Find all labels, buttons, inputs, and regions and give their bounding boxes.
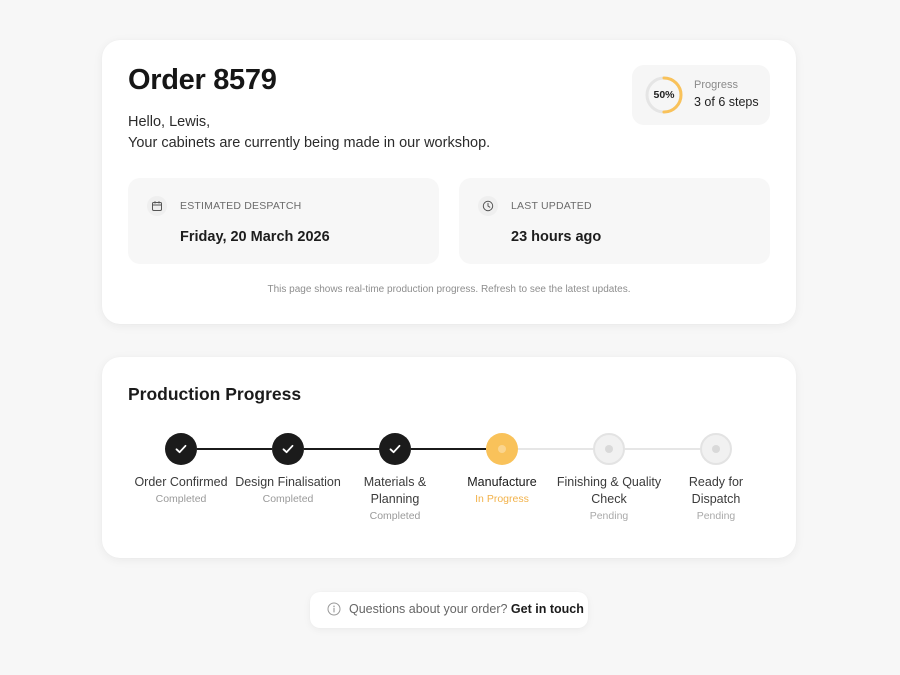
- step-name: Materials & Planning: [363, 475, 427, 506]
- progress-summary: 50% Progress 3 of 6 steps: [632, 65, 770, 125]
- progress-label: Progress: [694, 79, 739, 91]
- production-step: Ready for Dispatch Pending: [663, 433, 769, 522]
- info-icon: [327, 602, 341, 616]
- greeting-block: Hello, Lewis, Your cabinets are currentl…: [128, 112, 490, 154]
- order-status-message: Your cabinets are currently being made i…: [128, 135, 491, 151]
- step-status: Pending: [696, 510, 736, 522]
- in-progress-dot-icon: [486, 433, 518, 465]
- pending-dot-icon: [700, 433, 732, 465]
- step-status: Completed: [369, 510, 421, 522]
- step-name: Finishing & Quality Check: [556, 475, 662, 506]
- step-name: Ready for Dispatch: [688, 475, 744, 506]
- progress-steps-count: 3 of 6 steps: [694, 95, 759, 109]
- step-name: Design Finalisation: [235, 475, 341, 489]
- step-name: Order Confirmed: [134, 475, 228, 489]
- last-updated-label: LAST UPDATED: [511, 200, 592, 212]
- calendar-icon: [147, 196, 167, 216]
- greeting-text: Hello, Lewis,: [128, 114, 211, 130]
- step-status: Pending: [589, 510, 629, 522]
- production-step: Order Confirmed Completed: [128, 433, 234, 505]
- step-status: Completed: [262, 493, 314, 505]
- help-question: Questions about your order?: [349, 602, 508, 616]
- progress-ring: 50%: [644, 75, 684, 115]
- check-icon: [272, 433, 304, 465]
- production-step: Finishing & Quality Check Pending: [556, 433, 662, 522]
- pending-dot-icon: [593, 433, 625, 465]
- help-text: Questions about your order? Get in touch: [349, 602, 584, 616]
- estimated-despatch-box: ESTIMATED DESPATCH Friday, 20 March 2026: [128, 178, 439, 264]
- production-stepper: Order Confirmed Completed Design Finalisat…: [102, 357, 796, 558]
- check-icon: [165, 433, 197, 465]
- step-status: In Progress: [475, 493, 529, 505]
- order-title: Order 8579: [128, 64, 277, 96]
- order-summary-card: Order 8579 Hello, Lewis, Your cabinets a…: [102, 40, 796, 324]
- last-updated-value: 23 hours ago: [511, 229, 602, 245]
- step-name: Manufacture: [467, 475, 537, 489]
- production-step: Manufacture In Progress: [449, 433, 555, 505]
- get-in-touch-link[interactable]: Get in touch: [511, 602, 584, 616]
- refresh-note: This page shows real-time production pro…: [267, 284, 631, 295]
- help-bar: Questions about your order? Get in touch: [310, 592, 588, 628]
- production-step: Materials & Planning Completed: [342, 433, 448, 522]
- progress-percent: 50%: [653, 89, 675, 101]
- clock-icon: [478, 196, 498, 216]
- production-progress-card: Production Progress Order Confirmed Compl…: [102, 357, 796, 558]
- order-tracking-page: Order 8579 Hello, Lewis, Your cabinets a…: [0, 0, 900, 675]
- despatch-label: ESTIMATED DESPATCH: [180, 200, 302, 212]
- production-step: Design Finalisation Completed: [235, 433, 341, 505]
- despatch-date: Friday, 20 March 2026: [180, 229, 330, 245]
- last-updated-box: LAST UPDATED 23 hours ago: [459, 178, 770, 264]
- check-icon: [379, 433, 411, 465]
- step-status: Completed: [155, 493, 207, 505]
